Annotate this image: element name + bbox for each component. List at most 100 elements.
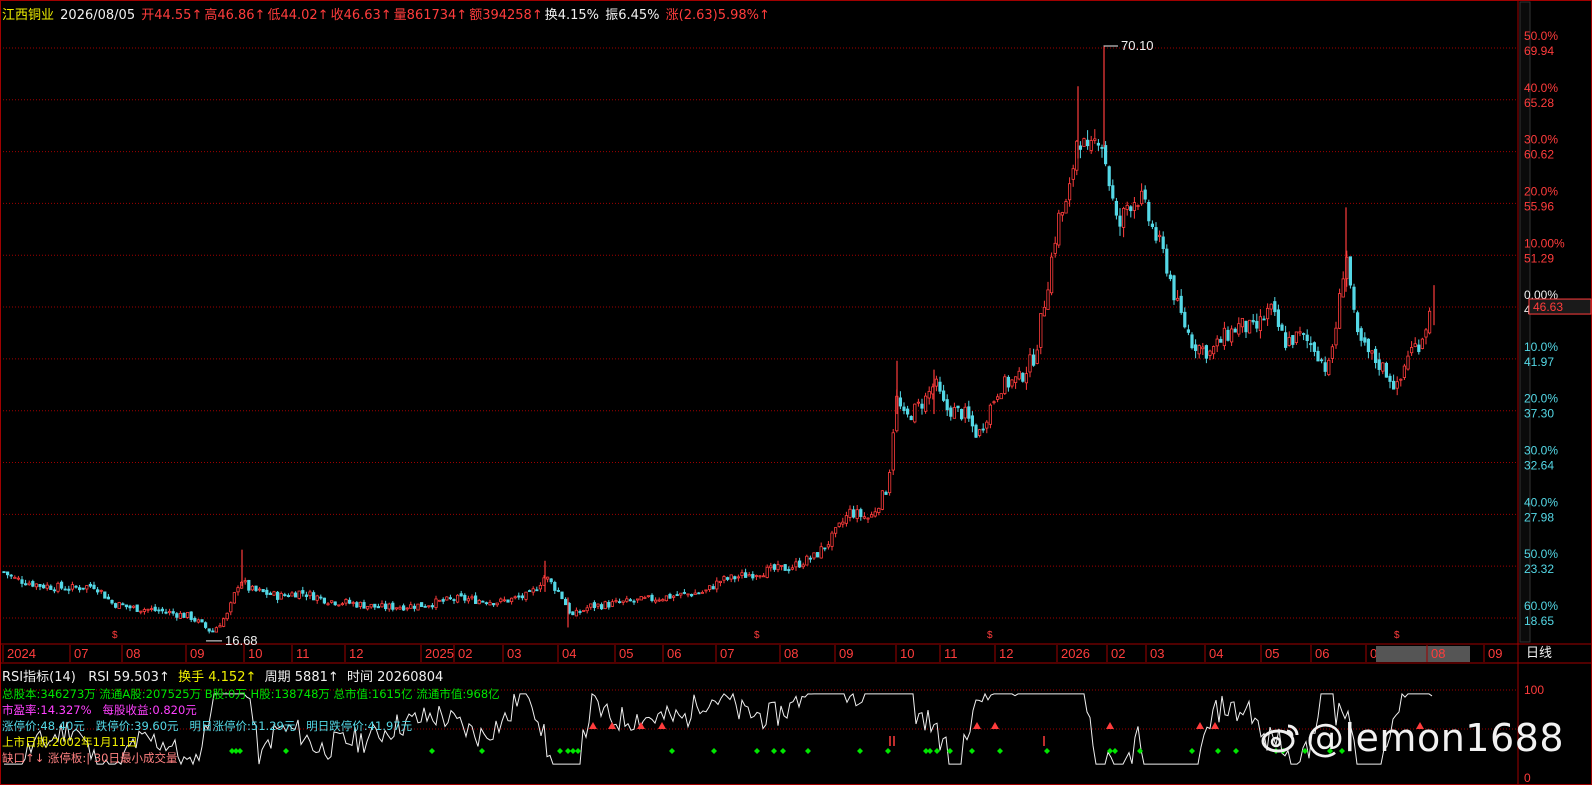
rsi-up-triangle-marker bbox=[991, 722, 999, 729]
candle-body bbox=[261, 589, 265, 593]
candle-body bbox=[693, 592, 697, 595]
candle-body bbox=[128, 605, 132, 609]
candle-body bbox=[1143, 189, 1147, 200]
candle-body bbox=[211, 630, 215, 633]
candle-body bbox=[60, 581, 64, 589]
candle-body bbox=[27, 582, 31, 586]
candle-body bbox=[1050, 256, 1054, 294]
candle-body bbox=[67, 588, 71, 591]
candle-body bbox=[855, 509, 859, 519]
candle-body bbox=[1068, 183, 1072, 201]
candle-body bbox=[452, 599, 456, 601]
candle-body bbox=[1298, 331, 1302, 334]
candle-body bbox=[1194, 344, 1198, 351]
candle-body bbox=[1374, 348, 1378, 363]
candle-body bbox=[495, 602, 499, 606]
change: 涨(2.63)5.98%↑ bbox=[665, 8, 770, 23]
candle-body bbox=[870, 514, 874, 518]
candle-body bbox=[1212, 346, 1216, 355]
candle-body bbox=[531, 588, 535, 593]
candle-body bbox=[311, 592, 316, 601]
rsi-green-diamond-marker bbox=[237, 748, 243, 754]
candle-body bbox=[661, 599, 665, 602]
candle-body bbox=[938, 381, 942, 392]
rsi-green-diamond-marker bbox=[429, 748, 435, 754]
indicator-name[interactable]: RSI指标(14) bbox=[2, 670, 76, 685]
candle-body bbox=[747, 574, 751, 577]
candle-body bbox=[646, 595, 651, 598]
candle-body bbox=[257, 588, 262, 591]
candle-body bbox=[1158, 234, 1162, 238]
candle-body bbox=[776, 564, 780, 571]
turnover-value: 换手 4.152↑ bbox=[178, 670, 257, 685]
candle-body bbox=[412, 605, 417, 609]
candle-body bbox=[812, 552, 816, 559]
rsi-green-diamond-marker bbox=[669, 748, 675, 754]
candle-body bbox=[877, 507, 881, 513]
candle-body bbox=[1122, 208, 1126, 228]
price-axis-pct-label: 40.0% bbox=[1524, 81, 1558, 95]
candle-body bbox=[866, 517, 870, 520]
candle-body bbox=[625, 598, 629, 602]
candle-body bbox=[63, 588, 67, 591]
candle-body bbox=[999, 393, 1003, 400]
time-axis-label: 06 bbox=[667, 646, 681, 661]
rsi-up-triangle-marker bbox=[589, 722, 597, 729]
candle-body bbox=[517, 595, 521, 598]
candle-body bbox=[1251, 320, 1255, 323]
rsi-up-triangle-marker bbox=[637, 722, 645, 729]
candle-body bbox=[970, 415, 975, 427]
price-axis-pct-label: 60.0% bbox=[1524, 599, 1558, 613]
rsi-green-diamond-marker bbox=[771, 748, 777, 754]
candle-body bbox=[762, 575, 766, 578]
candle-body bbox=[751, 573, 755, 579]
stock-name[interactable]: 江西铜业 bbox=[2, 8, 54, 23]
candle-body bbox=[196, 619, 200, 623]
candle-body bbox=[88, 583, 92, 587]
rsi-green-diamond-marker bbox=[1215, 748, 1221, 754]
candle-body bbox=[391, 602, 395, 610]
period-daily-button[interactable]: 日线 bbox=[1518, 645, 1560, 663]
candle-body bbox=[1197, 345, 1201, 355]
candle-body bbox=[445, 596, 449, 601]
price-axis-pct-label: 40.0% bbox=[1524, 495, 1558, 509]
candle-body bbox=[149, 608, 154, 610]
candle-body bbox=[880, 490, 885, 510]
candle-body bbox=[358, 601, 363, 607]
candle-body bbox=[430, 605, 435, 608]
candle-body bbox=[70, 584, 74, 590]
candle-body bbox=[564, 598, 568, 606]
candle-body bbox=[643, 597, 647, 599]
candle-body bbox=[470, 596, 474, 599]
rsi-green-diamond-marker bbox=[575, 748, 581, 754]
candle-body bbox=[1287, 337, 1291, 346]
candle-body bbox=[1172, 275, 1176, 301]
candle-body bbox=[214, 627, 218, 633]
candle-body bbox=[1006, 376, 1011, 388]
time-value: 时间 20260804 bbox=[347, 670, 444, 685]
time-axis-label: 07 bbox=[720, 646, 734, 661]
candle-body bbox=[6, 571, 10, 576]
candle-body bbox=[423, 605, 427, 608]
time-scroll-thumb[interactable] bbox=[1376, 646, 1470, 662]
candle-body bbox=[686, 593, 690, 596]
low-price: 低44.02↑ bbox=[267, 8, 329, 23]
candle-body bbox=[600, 604, 604, 610]
candle-body bbox=[679, 592, 683, 596]
candle-body bbox=[1111, 185, 1115, 199]
candle-body bbox=[736, 576, 741, 579]
candle-body bbox=[99, 589, 103, 592]
candle-body bbox=[488, 601, 492, 606]
candle-body bbox=[225, 612, 229, 620]
rsi-green-diamond-marker bbox=[780, 748, 786, 754]
quote-date: 2026/08/05 bbox=[60, 8, 136, 23]
candle-body bbox=[254, 585, 258, 591]
rsi-green-diamond-marker bbox=[857, 748, 863, 754]
candle-body bbox=[499, 598, 503, 602]
candle-body bbox=[473, 595, 478, 604]
candle-body bbox=[909, 416, 913, 421]
candle-body bbox=[466, 598, 471, 602]
candle-body bbox=[1428, 310, 1432, 334]
price-axis-pct-label: 30.0% bbox=[1524, 133, 1558, 147]
signal-s-marker: $ bbox=[112, 630, 118, 641]
